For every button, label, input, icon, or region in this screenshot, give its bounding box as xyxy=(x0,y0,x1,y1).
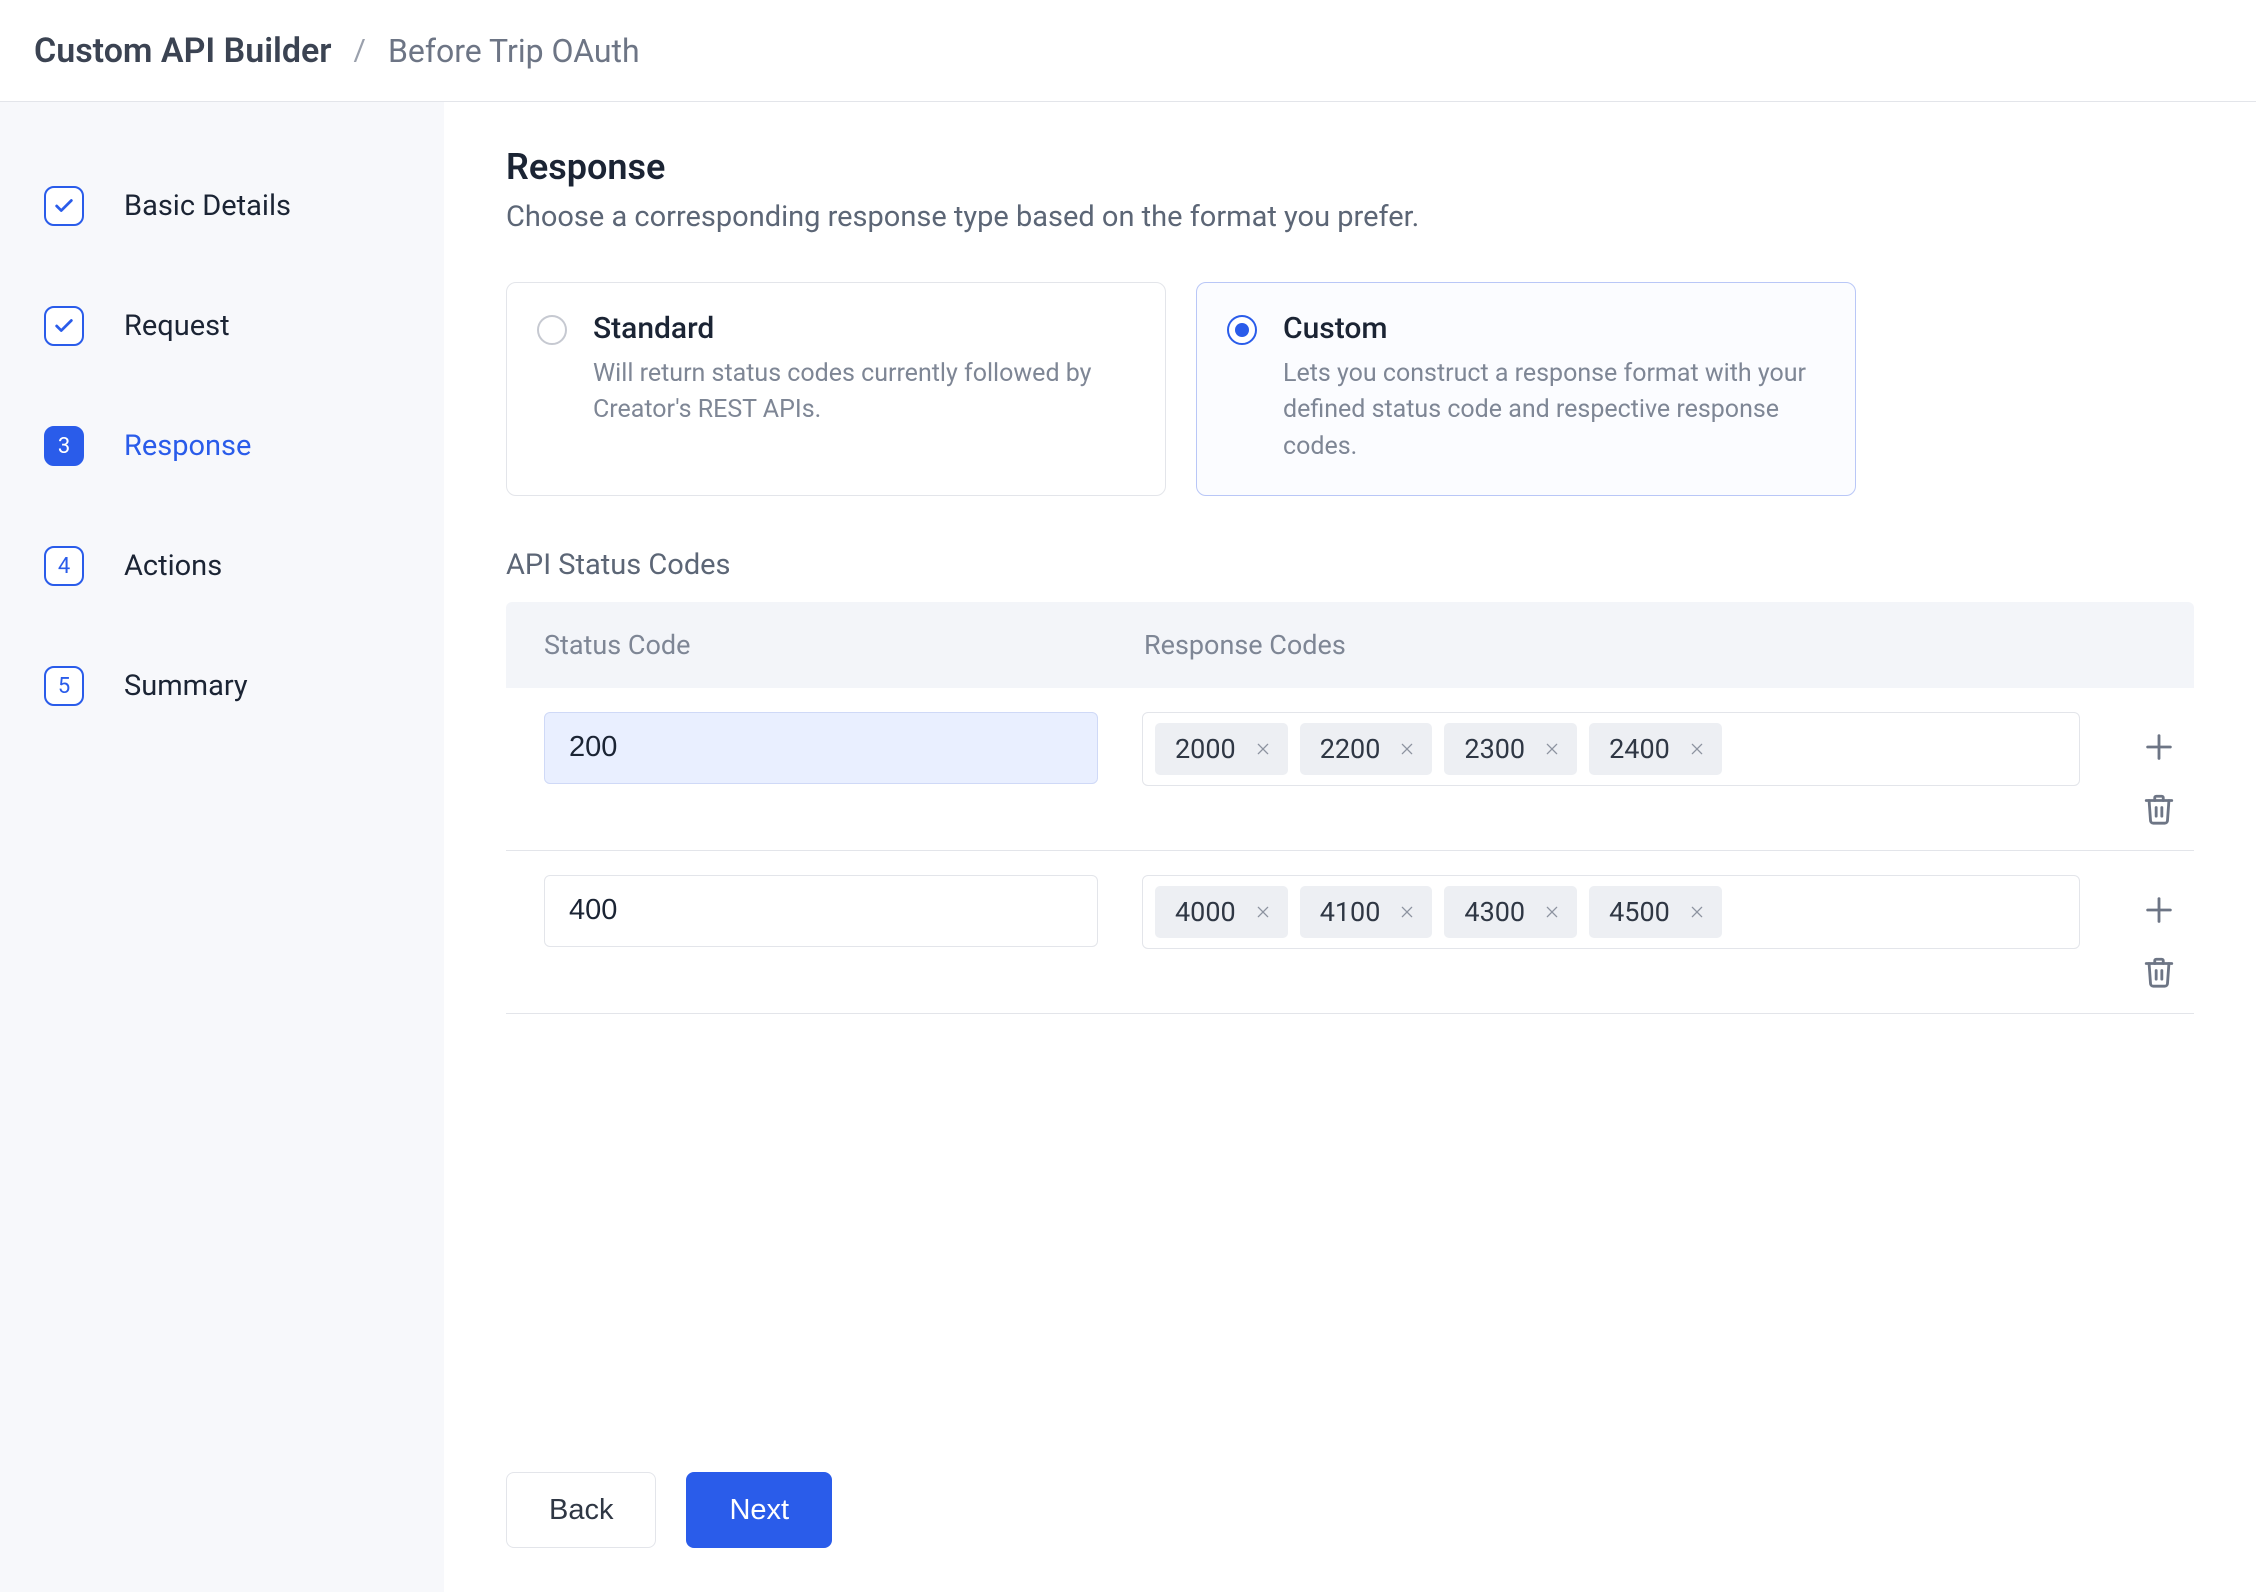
main-panel: Response Choose a corresponding response… xyxy=(444,102,2256,1592)
remove-chip-button[interactable] xyxy=(1686,738,1708,760)
step-label: Actions xyxy=(124,549,222,583)
status-code-input[interactable] xyxy=(544,712,1098,784)
response-code-chip: 4000 xyxy=(1155,886,1288,938)
remove-chip-button[interactable] xyxy=(1541,901,1563,923)
row-actions xyxy=(2124,712,2194,826)
breadcrumb-leaf: Before Trip OAuth xyxy=(388,32,640,70)
option-description: Lets you construct a response format wit… xyxy=(1283,356,1825,465)
wizard-sidebar: Basic Details Request 3 Response 4 Actio… xyxy=(0,102,444,1592)
page-subtitle: Choose a corresponding response type bas… xyxy=(506,200,2194,234)
response-code-chip: 4500 xyxy=(1589,886,1722,938)
status-codes-table: Status Code Response Codes 2000 2200 230… xyxy=(506,602,2194,1014)
add-row-button[interactable] xyxy=(2142,730,2176,764)
option-description: Will return status codes currently follo… xyxy=(593,356,1135,429)
radio-icon xyxy=(1227,315,1257,345)
wizard-footer: Back Next xyxy=(506,1436,2194,1592)
response-code-chip: 4100 xyxy=(1300,886,1433,938)
response-code-chip: 2200 xyxy=(1300,723,1433,775)
chip-label: 4000 xyxy=(1175,896,1236,928)
chip-label: 2000 xyxy=(1175,733,1236,765)
breadcrumb: Custom API Builder / Before Trip OAuth xyxy=(0,0,2256,102)
section-label-status-codes: API Status Codes xyxy=(506,548,2194,582)
step-label: Response xyxy=(124,429,251,463)
step-number-badge: 4 xyxy=(44,546,84,586)
chip-label: 4100 xyxy=(1320,896,1381,928)
row-actions xyxy=(2124,875,2194,989)
response-code-chip: 2400 xyxy=(1589,723,1722,775)
response-type-standard[interactable]: Standard Will return status codes curren… xyxy=(506,282,1166,496)
response-type-options: Standard Will return status codes curren… xyxy=(506,282,2194,496)
table-row: 2000 2200 2300 2400 xyxy=(506,688,2194,851)
step-label: Request xyxy=(124,309,230,343)
step-basic-details[interactable]: Basic Details xyxy=(44,146,410,266)
next-button[interactable]: Next xyxy=(686,1472,832,1548)
column-response-codes: Response Codes xyxy=(1144,629,2156,661)
remove-chip-button[interactable] xyxy=(1252,901,1274,923)
chip-label: 2200 xyxy=(1320,733,1381,765)
table-header: Status Code Response Codes xyxy=(506,602,2194,688)
step-summary[interactable]: 5 Summary xyxy=(44,626,410,746)
status-code-input[interactable] xyxy=(544,875,1098,947)
breadcrumb-separator: / xyxy=(354,33,366,68)
chip-label: 2400 xyxy=(1609,733,1670,765)
page-title: Response xyxy=(506,146,2194,188)
delete-row-button[interactable] xyxy=(2142,792,2176,826)
step-request[interactable]: Request xyxy=(44,266,410,386)
remove-chip-button[interactable] xyxy=(1396,738,1418,760)
response-codes-input[interactable]: 4000 4100 4300 4500 xyxy=(1142,875,2080,949)
option-title: Custom xyxy=(1283,311,1825,346)
response-code-chip: 2300 xyxy=(1444,723,1577,775)
step-actions[interactable]: 4 Actions xyxy=(44,506,410,626)
step-response[interactable]: 3 Response xyxy=(44,386,410,506)
chip-label: 4300 xyxy=(1464,896,1525,928)
column-status-code: Status Code xyxy=(544,629,1144,661)
response-code-chip: 2000 xyxy=(1155,723,1288,775)
back-button[interactable]: Back xyxy=(506,1472,656,1548)
response-code-chip: 4300 xyxy=(1444,886,1577,938)
step-number-badge: 3 xyxy=(44,426,84,466)
check-icon xyxy=(44,186,84,226)
step-number-badge: 5 xyxy=(44,666,84,706)
delete-row-button[interactable] xyxy=(2142,955,2176,989)
remove-chip-button[interactable] xyxy=(1686,901,1708,923)
response-type-custom[interactable]: Custom Lets you construct a response for… xyxy=(1196,282,1856,496)
remove-chip-button[interactable] xyxy=(1541,738,1563,760)
radio-icon xyxy=(537,315,567,345)
chip-label: 2300 xyxy=(1464,733,1525,765)
add-row-button[interactable] xyxy=(2142,893,2176,927)
step-label: Basic Details xyxy=(124,189,291,223)
check-icon xyxy=(44,306,84,346)
remove-chip-button[interactable] xyxy=(1252,738,1274,760)
remove-chip-button[interactable] xyxy=(1396,901,1418,923)
chip-label: 4500 xyxy=(1609,896,1670,928)
option-title: Standard xyxy=(593,311,1135,346)
breadcrumb-root[interactable]: Custom API Builder xyxy=(34,31,332,71)
step-label: Summary xyxy=(124,669,248,703)
wizard-stepper: Basic Details Request 3 Response 4 Actio… xyxy=(44,146,410,746)
response-codes-input[interactable]: 2000 2200 2300 2400 xyxy=(1142,712,2080,786)
table-row: 4000 4100 4300 4500 xyxy=(506,851,2194,1014)
